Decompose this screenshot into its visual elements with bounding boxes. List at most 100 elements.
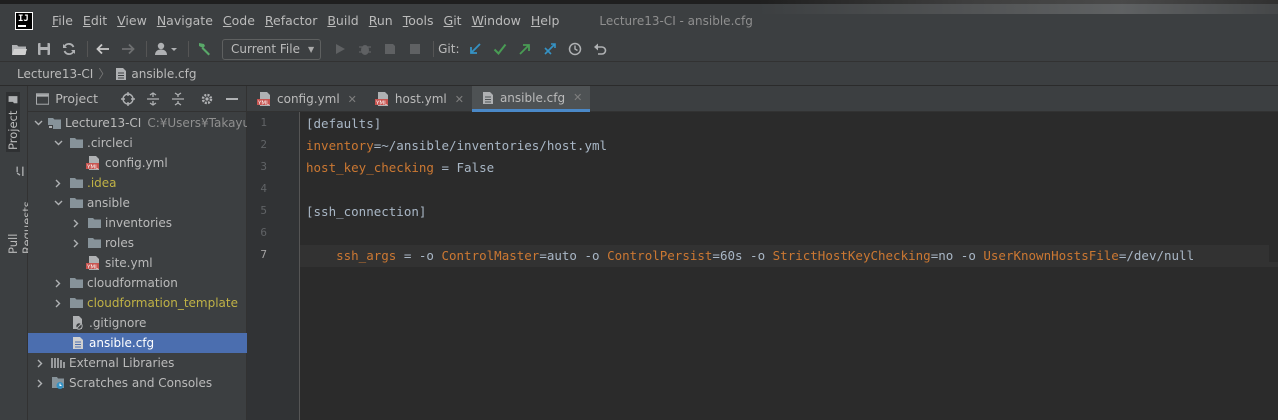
svg-text:YML: YML <box>86 264 99 270</box>
tree-item-folder[interactable]: cloudformation <box>28 273 247 293</box>
code-line[interactable]: [ssh_connection] <box>306 201 426 223</box>
project-tree: Lecture13-CI C:¥Users¥Takayuki¥I .circle… <box>28 113 247 393</box>
menu-edit[interactable]: Edit <box>78 13 112 28</box>
config-key: ControlPersist <box>607 248 713 263</box>
project-tool-button[interactable]: Project <box>6 92 20 152</box>
collapse-all-icon[interactable] <box>168 88 189 110</box>
code-line[interactable]: ssh_args = -o ControlMaster=auto -o Cont… <box>306 223 1194 263</box>
tree-item-folder[interactable]: ansible <box>28 193 247 213</box>
chevron-down-icon[interactable] <box>34 117 43 129</box>
run-configuration-dropdown[interactable]: Current File ▼ <box>222 38 322 60</box>
git-commit-check-icon[interactable] <box>489 38 511 60</box>
project-panel-header: Project <box>28 86 246 112</box>
menu-tools[interactable]: Tools <box>398 13 439 28</box>
menu-run[interactable]: Run <box>364 13 398 28</box>
code-line[interactable]: host_key_checking = False <box>306 157 494 179</box>
folder-icon <box>8 95 18 103</box>
back-arrow-icon[interactable] <box>92 38 114 60</box>
tree-item-folder[interactable]: cloudformation_template <box>28 293 247 313</box>
menu-build[interactable]: Build <box>322 13 363 28</box>
menu-code[interactable]: Code <box>218 13 260 28</box>
code-editor[interactable]: [defaults] inventory=~/ansible/inventori… <box>300 112 1278 420</box>
history-clock-icon[interactable] <box>564 38 586 60</box>
breadcrumb-file[interactable]: ansible.cfg <box>115 67 197 81</box>
open-folder-icon[interactable] <box>8 38 30 60</box>
yaml-file-icon: YML <box>86 255 102 271</box>
chevron-down-icon: ▼ <box>307 44 315 54</box>
toolbar-separator <box>146 41 147 57</box>
tree-item-scratches[interactable]: Scratches and Consoles <box>28 373 247 393</box>
stop-icon[interactable] <box>404 38 426 60</box>
tree-item-project-root[interactable]: Lecture13-CI C:¥Users¥Takayuki¥I <box>28 113 247 133</box>
config-key: ControlMaster <box>441 248 540 263</box>
menu-window[interactable]: Window <box>467 13 526 28</box>
close-icon[interactable]: ✕ <box>573 91 582 104</box>
folder-icon <box>68 135 84 151</box>
chevron-right-icon[interactable] <box>52 277 64 289</box>
chevron-down-icon[interactable] <box>52 137 64 149</box>
menu-navigate[interactable]: Navigate <box>152 13 218 28</box>
save-all-icon[interactable] <box>33 38 55 60</box>
build-hammer-icon[interactable] <box>193 38 215 60</box>
tab-ansible-cfg[interactable]: ansible.cfg ✕ <box>471 86 591 112</box>
tree-item-label: .gitignore <box>89 316 147 330</box>
menu-file[interactable]: File <box>47 13 78 28</box>
breadcrumb-project[interactable]: Lecture13-CI <box>17 67 93 81</box>
chevron-right-icon[interactable] <box>52 177 64 189</box>
tree-item-folder[interactable]: .circleci <box>28 133 247 153</box>
config-key: host_key_checking <box>306 160 434 175</box>
tree-item-folder[interactable]: inventories <box>28 213 247 233</box>
code-line[interactable]: inventory=~/ansible/inventories/host.yml <box>306 135 607 157</box>
menu-view[interactable]: View <box>112 13 152 28</box>
folder-icon <box>68 275 84 291</box>
git-merge-icon[interactable] <box>539 38 561 60</box>
gear-icon[interactable] <box>196 88 217 110</box>
tree-item-file-selected[interactable]: ansible.cfg <box>28 333 247 353</box>
chevron-right-icon[interactable] <box>52 297 64 309</box>
tree-item-folder[interactable]: .idea <box>28 173 247 193</box>
tree-item-folder[interactable]: roles <box>28 233 247 253</box>
forward-arrow-icon[interactable] <box>117 38 139 60</box>
hide-panel-icon[interactable] <box>221 88 242 110</box>
git-update-icon[interactable] <box>464 38 486 60</box>
chevron-right-icon[interactable] <box>70 237 82 249</box>
select-opened-file-icon[interactable] <box>118 88 139 110</box>
tree-item-label: config.yml <box>105 156 168 170</box>
add-configuration-user-icon[interactable] <box>151 38 181 60</box>
close-icon[interactable]: ✕ <box>348 93 357 106</box>
tree-item-label: Lecture13-CI <box>65 116 142 130</box>
intellij-logo-icon[interactable]: IJ <box>15 11 33 30</box>
menu-help[interactable]: Help <box>526 13 565 28</box>
code-line[interactable]: [defaults] <box>306 113 381 135</box>
rollback-icon[interactable] <box>589 38 611 60</box>
chevron-down-icon[interactable] <box>52 197 64 209</box>
editor-scrollbar[interactable] <box>1269 112 1278 262</box>
debug-bug-icon[interactable] <box>354 38 376 60</box>
tree-item-file[interactable]: YML site.yml <box>28 253 247 273</box>
chevron-right-icon[interactable] <box>34 357 46 369</box>
run-icon[interactable] <box>329 38 351 60</box>
tab-config-yml[interactable]: YML config.yml ✕ <box>247 86 365 112</box>
expand-all-icon[interactable] <box>143 88 164 110</box>
config-key: UserKnownHostsFile <box>983 248 1119 263</box>
folder-icon <box>86 215 102 231</box>
toolbar-separator <box>188 41 189 57</box>
tree-item-external-libraries[interactable]: External Libraries <box>28 353 247 373</box>
menu-git[interactable]: Git <box>439 13 467 28</box>
tree-item-file[interactable]: YML config.yml <box>28 153 247 173</box>
config-key: inventory <box>306 138 374 153</box>
close-icon[interactable]: ✕ <box>455 93 464 106</box>
breadcrumb-separator: 〉 <box>98 67 111 81</box>
menu-refactor[interactable]: Refactor <box>260 13 322 28</box>
chevron-right-icon[interactable] <box>70 217 82 229</box>
sync-icon[interactable] <box>58 38 80 60</box>
chevron-right-icon[interactable] <box>34 377 46 389</box>
config-value: =60s -o <box>712 248 773 263</box>
tab-host-yml[interactable]: YML host.yml ✕ <box>365 86 472 112</box>
tree-item-file[interactable]: .gitignore <box>28 313 247 333</box>
run-configuration-label: Current File <box>231 42 300 56</box>
git-push-icon[interactable] <box>514 38 536 60</box>
text-file-icon <box>70 335 86 351</box>
coverage-icon[interactable] <box>379 38 401 60</box>
tree-item-label: site.yml <box>105 256 153 270</box>
